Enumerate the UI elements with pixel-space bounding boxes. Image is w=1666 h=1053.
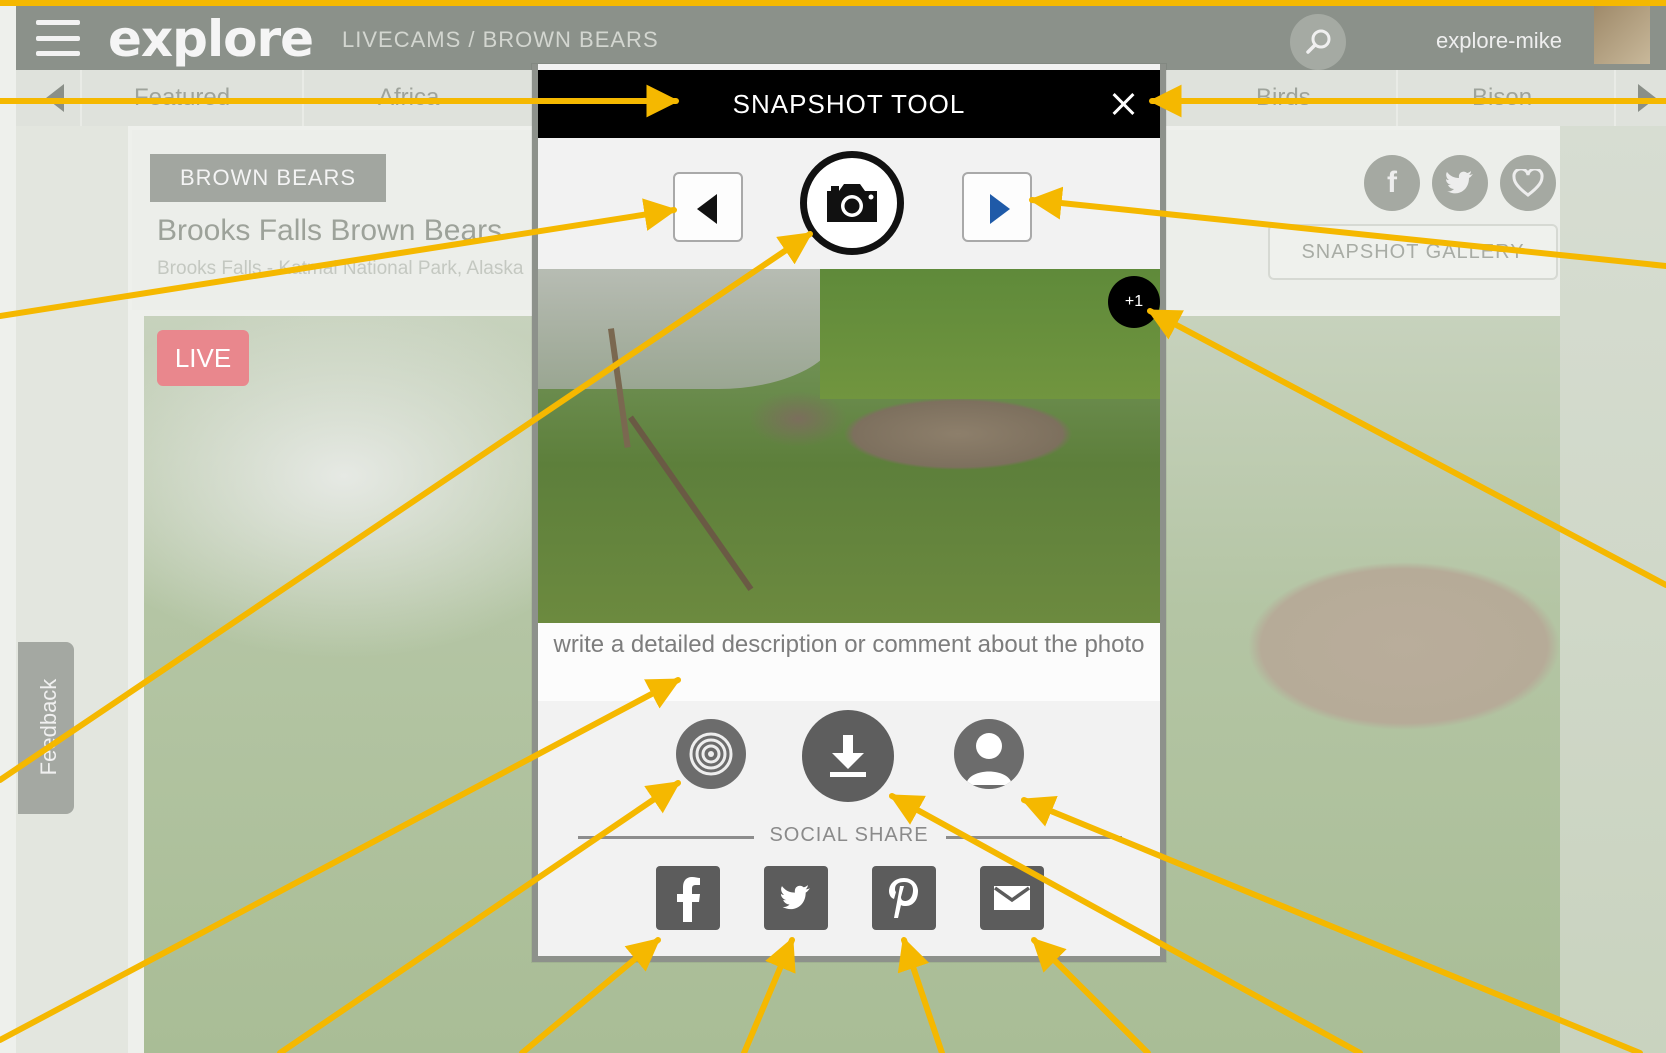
snapshot-branch <box>628 415 754 592</box>
user-avatar[interactable] <box>1594 6 1650 64</box>
search-icon <box>1306 29 1331 54</box>
modal-title: SNAPSHOT TOOL <box>732 89 966 119</box>
username[interactable]: explore-mike <box>1436 28 1562 54</box>
facebook-icon[interactable]: f <box>1364 155 1420 211</box>
category-next-icon[interactable] <box>1638 84 1656 112</box>
divider <box>1614 70 1616 126</box>
cam-location: Brooks Falls - Katmai National Park, Ala… <box>157 258 524 279</box>
download-icon <box>830 735 866 777</box>
category-bison[interactable]: Bison <box>1472 84 1532 112</box>
divider <box>1396 70 1398 126</box>
snapshot-image <box>538 269 1160 623</box>
explore-community-button[interactable] <box>676 719 746 789</box>
divider <box>946 836 1122 839</box>
arrow-right-icon <box>990 194 1010 224</box>
divider <box>302 70 304 126</box>
cam-category-badge[interactable]: BROWN BEARS <box>150 154 386 202</box>
search-button[interactable] <box>1290 14 1346 70</box>
profile-button[interactable] <box>954 719 1024 789</box>
category-prev-icon[interactable] <box>46 84 64 112</box>
share-email-button[interactable] <box>980 866 1044 930</box>
hamburger-icon[interactable] <box>36 20 80 56</box>
share-twitter-button[interactable] <box>764 866 828 930</box>
description-input[interactable]: write a detailed description or comment … <box>538 623 1160 701</box>
category-africa[interactable]: Africa <box>378 84 439 112</box>
profile-icon <box>966 733 1012 785</box>
snapshot-water <box>538 269 838 389</box>
camera-icon <box>827 184 877 222</box>
arrow-left-icon <box>697 194 717 224</box>
share-facebook-button[interactable] <box>656 866 720 930</box>
plus-one-badge[interactable]: +1 <box>1108 276 1160 328</box>
snapshot-grass <box>820 269 1160 399</box>
snapshot-gallery-button[interactable]: SNAPSHOT GALLERY <box>1268 224 1558 280</box>
divider <box>80 70 82 126</box>
snapshot-tool-modal: SNAPSHOT TOOL +1 write a detailed descri… <box>532 64 1166 962</box>
close-icon[interactable] <box>1106 86 1142 122</box>
feedback-tab[interactable]: Feedback <box>18 642 74 814</box>
cam-title: Brooks Falls Brown Bears <box>157 214 503 247</box>
explore-community-icon <box>689 732 733 776</box>
category-featured[interactable]: Featured <box>134 84 230 112</box>
pinterest-icon <box>889 878 918 918</box>
feedback-label: Feedback <box>36 678 61 776</box>
cam-share-buttons: f <box>1364 155 1556 211</box>
download-button[interactable] <box>802 710 894 802</box>
heart-icon[interactable] <box>1500 155 1556 211</box>
left-gutter <box>16 126 128 1053</box>
capture-snapshot-button[interactable] <box>800 151 904 255</box>
mail-icon <box>993 886 1031 910</box>
previous-snapshot-button[interactable] <box>673 172 743 242</box>
live-badge: LIVE <box>157 330 249 386</box>
share-pinterest-button[interactable] <box>872 866 936 930</box>
breadcrumb[interactable]: LIVECAMS / BROWN BEARS <box>342 27 659 53</box>
facebook-icon <box>677 877 700 922</box>
twitter-icon[interactable] <box>1432 155 1488 211</box>
twitter-icon <box>780 885 810 910</box>
explore-logo[interactable]: explore <box>108 10 314 68</box>
category-birds[interactable]: Birds <box>1256 84 1311 112</box>
next-snapshot-button[interactable] <box>962 172 1032 242</box>
right-gutter <box>1560 126 1666 1053</box>
top-nav-bar: explore LIVECAMS / BROWN BEARS explore-m… <box>16 6 1666 70</box>
modal-header: SNAPSHOT TOOL <box>538 70 1160 138</box>
